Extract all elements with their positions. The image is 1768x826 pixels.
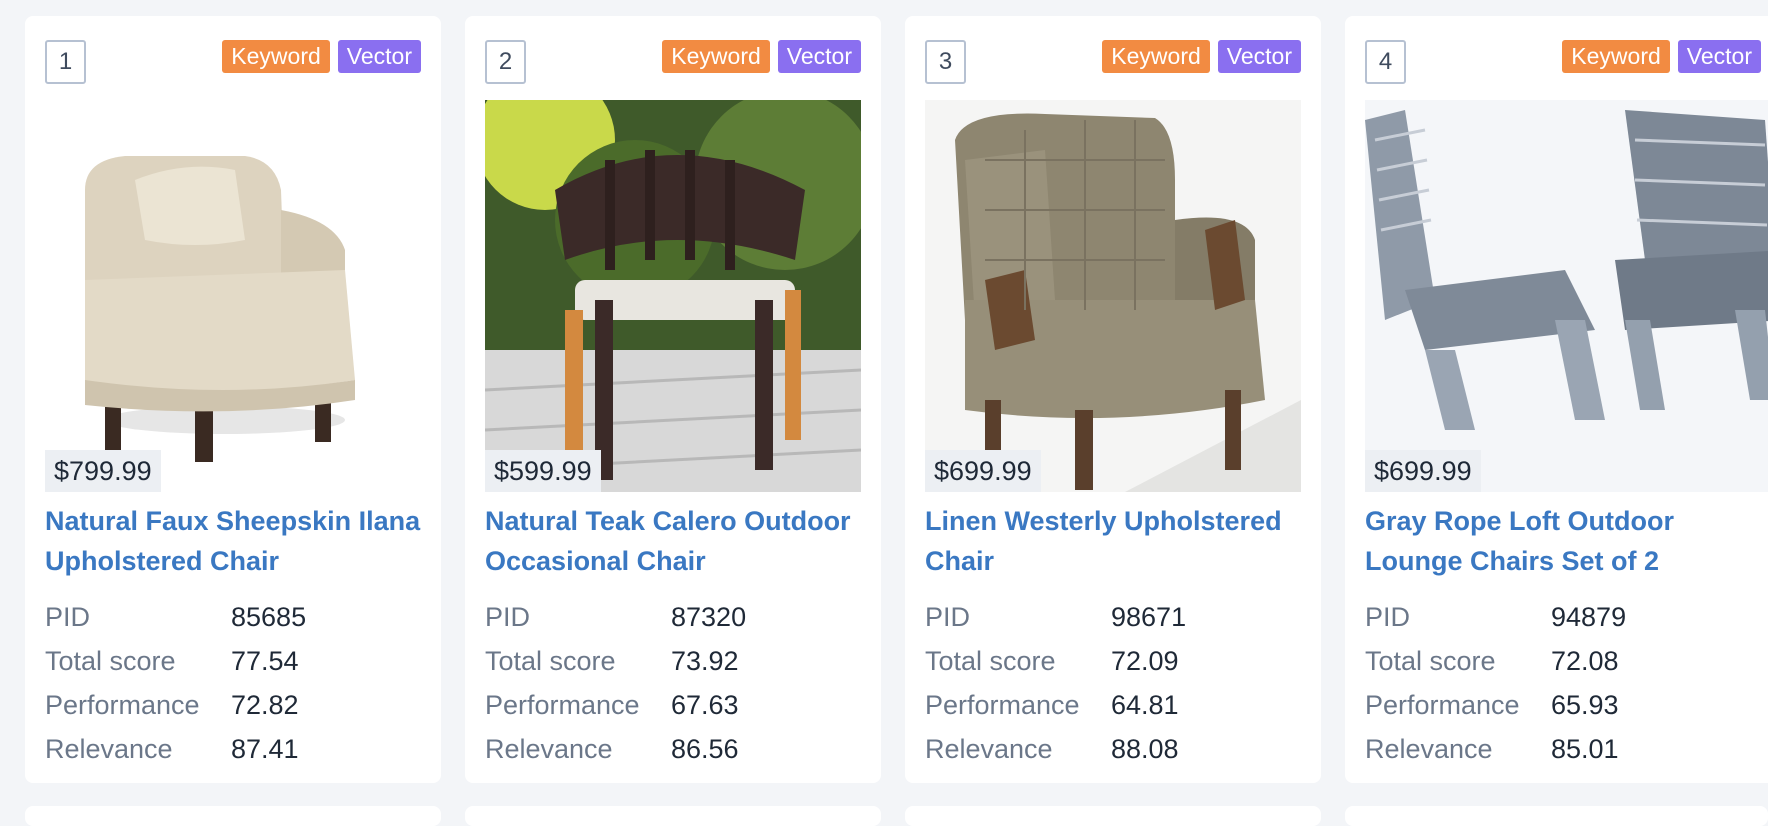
upholstered-armchair-image[interactable]: $799.99: [45, 100, 421, 492]
stat-label: Relevance: [485, 733, 613, 764]
stat-value: 72.08: [1551, 645, 1619, 676]
stat-label: PID: [485, 601, 531, 632]
product-card[interactable]: 1 Keyword Vector $799.99 Natural Faux Sh…: [25, 16, 441, 783]
stat-value: 64.81: [1111, 689, 1179, 720]
stat-label: PID: [925, 601, 971, 632]
stat-row-performance: Performance 72.82: [45, 683, 375, 727]
keyword-badge: Keyword: [1562, 40, 1670, 73]
product-title-link[interactable]: Linen Westerly Upholstered Chair: [925, 501, 1309, 581]
stat-row-relevance: Relevance 85.01: [1365, 727, 1695, 771]
score-table: PID 87320 Total score 73.92 Performance …: [485, 595, 815, 771]
keyword-badge: Keyword: [662, 40, 770, 73]
rank-badge: 3: [925, 40, 966, 84]
product-title-link[interactable]: Gray Rope Loft Outdoor Lounge Chairs Set…: [1365, 501, 1768, 581]
product-results-grid: 1 Keyword Vector $799.99 Natural Faux Sh…: [0, 0, 1768, 826]
rank-badge: 1: [45, 40, 86, 84]
keyword-badge: Keyword: [222, 40, 330, 73]
rank-badge: 2: [485, 40, 526, 84]
stat-value: 85685: [231, 601, 307, 632]
stat-label: Relevance: [1365, 733, 1493, 764]
stat-label: Total score: [925, 645, 1056, 676]
rank-badge: 4: [1365, 40, 1406, 84]
vector-badge: Vector: [1677, 40, 1761, 73]
stat-value: 98671: [1111, 601, 1187, 632]
stat-row-pid: PID 87320: [485, 595, 815, 639]
stat-row-pid: PID 85685: [45, 595, 375, 639]
stat-label: Relevance: [925, 733, 1053, 764]
stat-value: 86.56: [671, 733, 739, 764]
stat-row-total-score: Total score 72.08: [1365, 639, 1695, 683]
next-product-card[interactable]: [465, 806, 881, 826]
vector-badge: Vector: [337, 40, 421, 73]
match-badges: Keyword Vector: [1102, 40, 1301, 73]
stat-value: 88.08: [1111, 733, 1179, 764]
product-card[interactable]: 2 Keyword Vector $599.99 Natural Teak Ca…: [465, 16, 881, 783]
stat-row-performance: Performance 65.93: [1365, 683, 1695, 727]
stat-label: Performance: [485, 689, 640, 720]
stat-row-performance: Performance 64.81: [925, 683, 1255, 727]
stat-value: 94879: [1551, 601, 1627, 632]
keyword-badge: Keyword: [1102, 40, 1210, 73]
stat-row-performance: Performance 67.63: [485, 683, 815, 727]
price-tag: $699.99: [1365, 450, 1481, 492]
stat-value: 67.63: [671, 689, 739, 720]
price-tag: $799.99: [45, 450, 161, 492]
stat-row-pid: PID 94879: [1365, 595, 1695, 639]
product-title-link[interactable]: Natural Faux Sheepskin Ilana Upholstered…: [45, 501, 429, 581]
stat-value: 87320: [671, 601, 747, 632]
stat-label: Relevance: [45, 733, 173, 764]
stat-label: Performance: [1365, 689, 1520, 720]
price-tag: $599.99: [485, 450, 601, 492]
match-badges: Keyword Vector: [662, 40, 861, 73]
match-badges: Keyword Vector: [222, 40, 421, 73]
stat-label: Total score: [1365, 645, 1496, 676]
stat-row-total-score: Total score 77.54: [45, 639, 375, 683]
vector-badge: Vector: [777, 40, 861, 73]
card-header: 4 Keyword Vector: [1365, 40, 1765, 84]
wingback-chair-image[interactable]: $699.99: [925, 100, 1301, 492]
next-product-card[interactable]: [1345, 806, 1768, 826]
stat-label: Performance: [45, 689, 200, 720]
stat-row-total-score: Total score 73.92: [485, 639, 815, 683]
stat-value: 73.92: [671, 645, 739, 676]
stat-row-pid: PID 98671: [925, 595, 1255, 639]
stat-value: 85.01: [1551, 733, 1619, 764]
stat-row-total-score: Total score 72.09: [925, 639, 1255, 683]
score-table: PID 98671 Total score 72.09 Performance …: [925, 595, 1255, 771]
score-table: PID 94879 Total score 72.08 Performance …: [1365, 595, 1695, 771]
match-badges: Keyword Vector: [1562, 40, 1761, 73]
stat-row-relevance: Relevance 88.08: [925, 727, 1255, 771]
next-product-card[interactable]: [25, 806, 441, 826]
product-card[interactable]: 4 Keyword Vector $699.99 Gray Rope Loft …: [1345, 16, 1768, 783]
price-tag: $699.99: [925, 450, 1041, 492]
vector-badge: Vector: [1217, 40, 1301, 73]
stat-row-relevance: Relevance 86.56: [485, 727, 815, 771]
stat-value: 65.93: [1551, 689, 1619, 720]
card-header: 3 Keyword Vector: [925, 40, 1301, 84]
stat-label: Total score: [485, 645, 616, 676]
stat-label: PID: [45, 601, 91, 632]
stat-value: 87.41: [231, 733, 299, 764]
product-card[interactable]: 3 Keyword Vector $699.99 Linen Westerly …: [905, 16, 1321, 783]
teak-outdoor-chair-image[interactable]: $599.99: [485, 100, 861, 492]
product-title-link[interactable]: Natural Teak Calero Outdoor Occasional C…: [485, 501, 869, 581]
score-table: PID 85685 Total score 77.54 Performance …: [45, 595, 375, 771]
stat-label: Performance: [925, 689, 1080, 720]
stat-label: Total score: [45, 645, 176, 676]
card-header: 2 Keyword Vector: [485, 40, 861, 84]
stat-label: PID: [1365, 601, 1411, 632]
stat-value: 72.82: [231, 689, 299, 720]
stat-value: 77.54: [231, 645, 299, 676]
next-product-card[interactable]: [905, 806, 1321, 826]
stat-value: 72.09: [1111, 645, 1179, 676]
rope-lounge-chairs-image[interactable]: $699.99: [1365, 100, 1768, 492]
card-header: 1 Keyword Vector: [45, 40, 421, 84]
stat-row-relevance: Relevance 87.41: [45, 727, 375, 771]
